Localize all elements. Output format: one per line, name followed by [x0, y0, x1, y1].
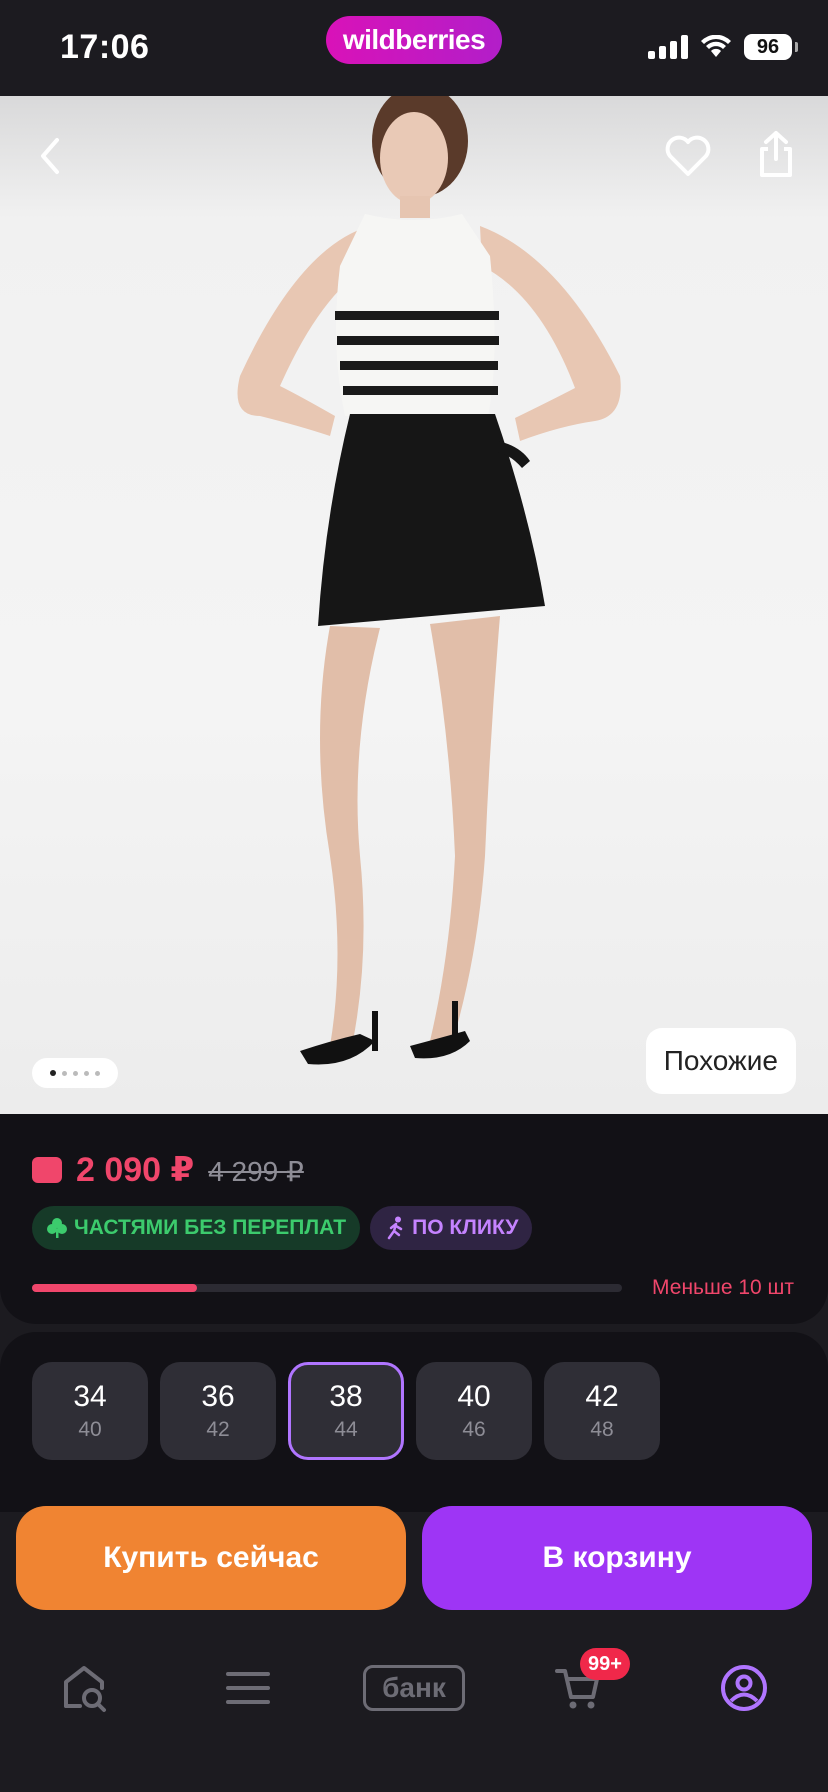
- wildberries-logo: wildberries: [326, 16, 502, 64]
- product-photo[interactable]: Похожие: [0, 96, 828, 1116]
- system-icons: 96: [648, 34, 798, 60]
- favorite-button[interactable]: [658, 126, 718, 186]
- page-dot: [62, 1070, 67, 1076]
- purchase-actions: Купить сейчас В корзину: [0, 1504, 828, 1612]
- battery-icon: 96: [744, 34, 798, 60]
- installments-label: ЧАСТЯМИ БЕЗ ПЕРЕПЛАТ: [74, 1216, 347, 1239]
- size-ru: 38: [329, 1380, 363, 1413]
- wifi-icon: [701, 35, 731, 57]
- nav-profile[interactable]: [704, 1648, 784, 1728]
- installments-badge[interactable]: ЧАСТЯМИ БЕЗ ПЕРЕПЛАТ: [32, 1206, 361, 1250]
- page-dot: [84, 1070, 89, 1076]
- size-int: 40: [78, 1418, 102, 1441]
- clover-icon: [47, 1218, 67, 1238]
- price-badges: ЧАСТЯМИ БЕЗ ПЕРЕПЛАТ ПО КЛИКУ: [32, 1206, 533, 1250]
- page-dot-active: [50, 1070, 56, 1076]
- page-dot: [95, 1070, 100, 1076]
- one-click-label: ПО КЛИКУ: [412, 1216, 519, 1239]
- home-search-icon: [64, 1666, 106, 1712]
- bottom-navigation: банк 99+: [0, 1612, 828, 1792]
- page-dot: [73, 1070, 78, 1076]
- size-option-selected[interactable]: 38 44: [288, 1362, 404, 1460]
- similar-button[interactable]: Похожие: [645, 1028, 796, 1094]
- photo-pagination[interactable]: [32, 1058, 118, 1088]
- stock-progress-bar: [32, 1284, 622, 1292]
- wallet-icon: [32, 1157, 62, 1183]
- size-option[interactable]: 36 42: [160, 1362, 276, 1460]
- nav-catalog[interactable]: [208, 1648, 288, 1728]
- size-ru: 42: [585, 1380, 619, 1413]
- size-option[interactable]: 42 48: [544, 1362, 660, 1460]
- nav-home-search[interactable]: [44, 1648, 124, 1728]
- buy-now-button[interactable]: Купить сейчас: [16, 1506, 406, 1610]
- old-price: 4 299 ₽: [208, 1156, 304, 1187]
- size-int: 48: [590, 1418, 614, 1441]
- cart-count-badge: 99+: [580, 1648, 630, 1680]
- profile-icon: [721, 1665, 767, 1711]
- size-int: 44: [334, 1418, 358, 1441]
- one-click-badge[interactable]: ПО КЛИКУ: [370, 1206, 533, 1250]
- running-person-icon: [387, 1216, 403, 1240]
- share-button[interactable]: [746, 124, 806, 184]
- size-int: 46: [462, 1418, 486, 1441]
- sizes-card: 34 40 36 42 38 44 40 46 42 48: [0, 1332, 828, 1512]
- current-price: 2 090 ₽: [76, 1151, 195, 1189]
- nav-bank[interactable]: банк: [362, 1648, 466, 1728]
- size-ru: 40: [457, 1380, 491, 1413]
- size-int: 42: [206, 1418, 230, 1441]
- price-row: 2 090 ₽ 4 299 ₽: [32, 1150, 304, 1190]
- size-option[interactable]: 40 46: [416, 1362, 532, 1460]
- cellular-signal-icon: [648, 35, 688, 59]
- status-bar: 17:06 wildberries 96: [0, 0, 828, 96]
- back-button[interactable]: [20, 126, 80, 186]
- chevron-left-icon: [41, 138, 59, 174]
- stock-progress-fill: [32, 1284, 198, 1292]
- size-selector: 34 40 36 42 38 44 40 46 42 48: [32, 1362, 660, 1460]
- nav-cart[interactable]: 99+: [538, 1648, 630, 1728]
- stock-status: Меньше 10 шт: [652, 1276, 794, 1299]
- size-ru: 36: [201, 1380, 235, 1413]
- size-ru: 34: [73, 1380, 107, 1413]
- model-figure-illustration: [237, 96, 621, 1065]
- size-option[interactable]: 34 40: [32, 1362, 148, 1460]
- bank-label: банк: [363, 1665, 465, 1711]
- status-time: 17:06: [60, 28, 150, 66]
- heart-icon: [665, 135, 711, 176]
- menu-icon: [226, 1672, 270, 1704]
- price-card: 2 090 ₽ 4 299 ₽ ЧАСТЯМИ БЕЗ ПЕРЕПЛАТ ПО …: [0, 1114, 828, 1324]
- add-to-cart-button[interactable]: В корзину: [422, 1506, 812, 1610]
- share-icon: [760, 131, 792, 177]
